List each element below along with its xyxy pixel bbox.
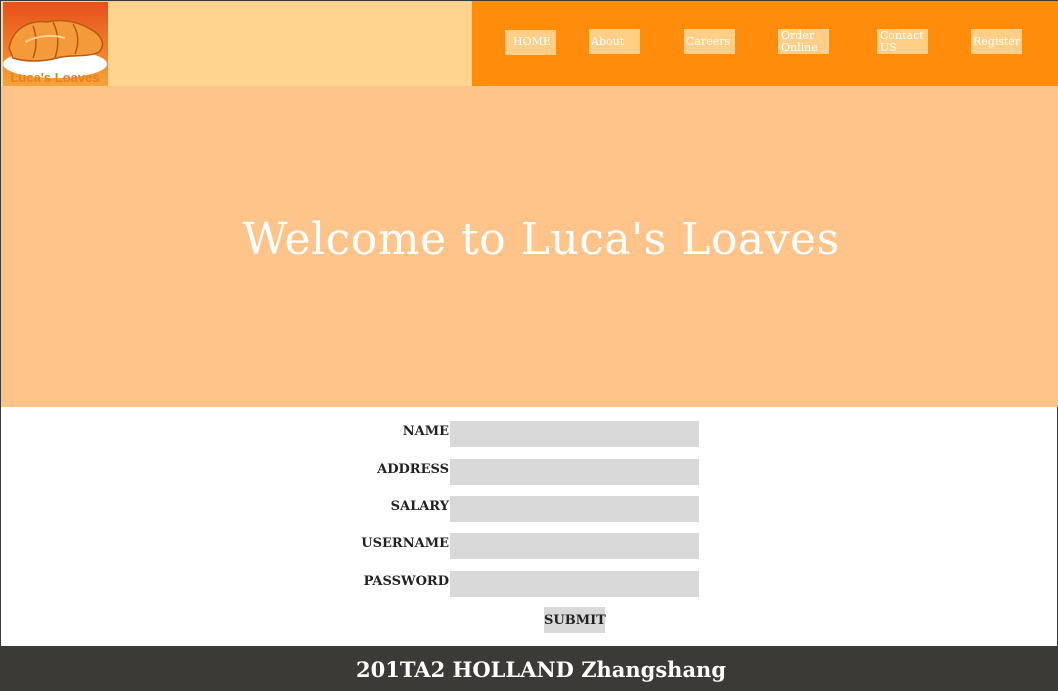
hero-title: Welcome to Luca's Loaves (242, 214, 840, 265)
footer-text: 201TA2 HOLLAND Zhangshang (355, 657, 726, 682)
site-logo[interactable]: Luca's Loaves (3, 2, 108, 86)
nav-home[interactable]: HOME (505, 30, 556, 55)
nav-about-us[interactable]: About us (589, 29, 640, 54)
top-navigation: HOME About us Careers Order Online Conta… (472, 1, 1058, 86)
password-label: PASSWORD (363, 574, 449, 589)
hero-banner: Welcome to Luca's Loaves (1, 86, 1058, 407)
site-footer: 201TA2 HOLLAND Zhangshang (1, 646, 1058, 691)
form-row-address: ADDRESS (1, 459, 1058, 485)
password-input[interactable] (450, 571, 699, 597)
username-label: USERNAME (361, 536, 449, 551)
form-row-name: NAME (1, 421, 1058, 447)
form-row-password: PASSWORD (1, 571, 1058, 597)
username-input[interactable] (450, 533, 699, 559)
nav-register[interactable]: Register (971, 29, 1022, 54)
site-header: Luca's Loaves HOME About us Careers Orde… (1, 1, 1058, 86)
nav-careers[interactable]: Careers (684, 29, 735, 54)
salary-input[interactable] (450, 496, 699, 522)
name-input[interactable] (450, 421, 699, 447)
form-row-username: USERNAME (1, 533, 1058, 559)
salary-label: SALARY (390, 499, 449, 514)
nav-contact-us[interactable]: Contact US (877, 29, 928, 54)
croissant-logo-icon: Luca's Loaves (3, 2, 108, 86)
form-row-salary: SALARY (1, 496, 1058, 522)
name-label: NAME (402, 424, 449, 439)
svg-text:Luca's Loaves: Luca's Loaves (10, 70, 99, 85)
nav-order-online[interactable]: Order Online (778, 29, 829, 54)
address-input[interactable] (450, 459, 699, 485)
submit-button[interactable]: SUBMIT (544, 607, 606, 633)
address-label: ADDRESS (377, 462, 449, 477)
